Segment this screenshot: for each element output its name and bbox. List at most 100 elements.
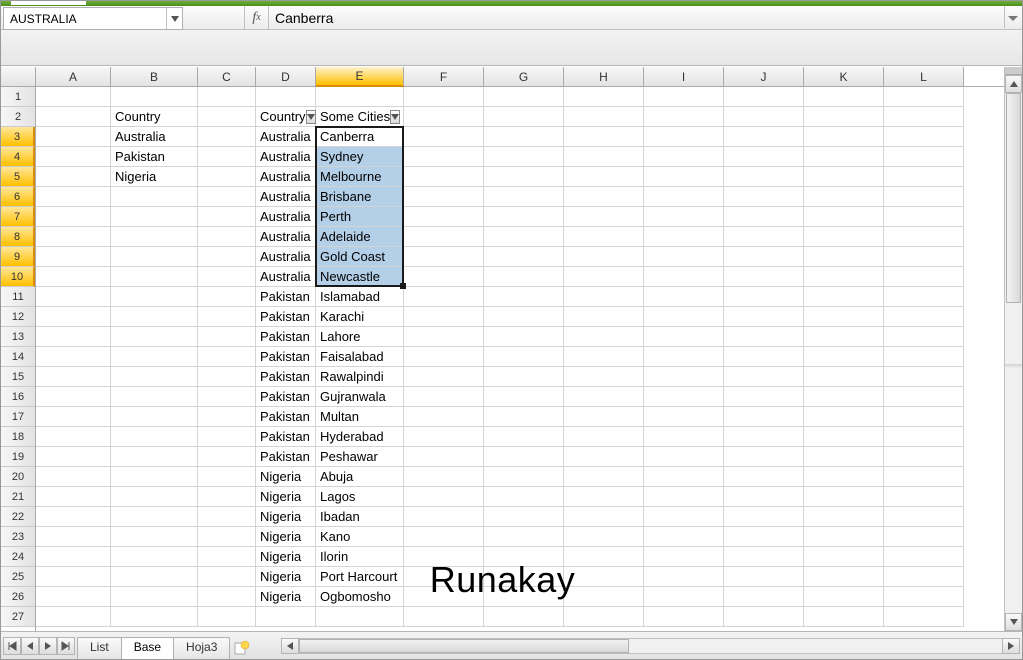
row-head-5[interactable]: 5 [1, 167, 35, 187]
cell-L22[interactable] [884, 507, 964, 527]
cell-B24[interactable] [111, 547, 198, 567]
cell-A7[interactable] [36, 207, 111, 227]
cell-G13[interactable] [484, 327, 564, 347]
cell-K25[interactable] [804, 567, 884, 587]
scroll-down-button[interactable] [1005, 613, 1022, 631]
cell-G15[interactable] [484, 367, 564, 387]
cell-I8[interactable] [644, 227, 724, 247]
row-head-17[interactable]: 17 [1, 407, 35, 427]
cell-F4[interactable] [404, 147, 484, 167]
cell-J7[interactable] [724, 207, 804, 227]
cell-I14[interactable] [644, 347, 724, 367]
cell-C22[interactable] [198, 507, 256, 527]
cell-A27[interactable] [36, 607, 111, 627]
row-head-24[interactable]: 24 [1, 547, 35, 567]
cell-L2[interactable] [884, 107, 964, 127]
cell-B19[interactable] [111, 447, 198, 467]
cell-K15[interactable] [804, 367, 884, 387]
cell-C16[interactable] [198, 387, 256, 407]
new-sheet-icon[interactable] [233, 639, 251, 657]
cell-K9[interactable] [804, 247, 884, 267]
cell-K23[interactable] [804, 527, 884, 547]
row-head-14[interactable]: 14 [1, 347, 35, 367]
split-handle[interactable] [1005, 67, 1022, 75]
row-head-27[interactable]: 27 [1, 607, 35, 627]
cell-F20[interactable] [404, 467, 484, 487]
cell-E27[interactable] [316, 607, 404, 627]
cell-L8[interactable] [884, 227, 964, 247]
cell-G7[interactable] [484, 207, 564, 227]
row-head-20[interactable]: 20 [1, 467, 35, 487]
cell-H20[interactable] [564, 467, 644, 487]
cell-A18[interactable] [36, 427, 111, 447]
row-head-3[interactable]: 3 [1, 127, 35, 147]
col-head-I[interactable]: I [644, 67, 724, 86]
cell-B8[interactable] [111, 227, 198, 247]
filter-button-E[interactable] [390, 110, 400, 124]
cell-F27[interactable] [404, 607, 484, 627]
cell-G14[interactable] [484, 347, 564, 367]
cell-C17[interactable] [198, 407, 256, 427]
cell-D24[interactable]: Nigeria [256, 547, 316, 567]
cell-G23[interactable] [484, 527, 564, 547]
cell-G27[interactable] [484, 607, 564, 627]
cell-D2[interactable]: Country [256, 107, 316, 127]
scroll-left-button[interactable] [281, 638, 299, 654]
cell-B5[interactable]: Nigeria [111, 167, 198, 187]
cell-K2[interactable] [804, 107, 884, 127]
cell-F26[interactable] [404, 587, 484, 607]
sheet-tab-hoja3[interactable]: Hoja3 [173, 637, 230, 659]
cell-H10[interactable] [564, 267, 644, 287]
cell-K6[interactable] [804, 187, 884, 207]
cell-L7[interactable] [884, 207, 964, 227]
cell-G1[interactable] [484, 87, 564, 107]
cell-A8[interactable] [36, 227, 111, 247]
name-box-dropdown-icon[interactable] [166, 8, 182, 29]
col-head-D[interactable]: D [256, 67, 316, 86]
cell-B6[interactable] [111, 187, 198, 207]
cell-I20[interactable] [644, 467, 724, 487]
cell-A5[interactable] [36, 167, 111, 187]
cell-C25[interactable] [198, 567, 256, 587]
cell-F23[interactable] [404, 527, 484, 547]
cell-I5[interactable] [644, 167, 724, 187]
cell-G5[interactable] [484, 167, 564, 187]
cell-J11[interactable] [724, 287, 804, 307]
cell-E2[interactable]: Some Cities [316, 107, 404, 127]
cell-J4[interactable] [724, 147, 804, 167]
cell-E5[interactable]: Melbourne [316, 167, 404, 187]
cell-A24[interactable] [36, 547, 111, 567]
cell-B10[interactable] [111, 267, 198, 287]
cell-I2[interactable] [644, 107, 724, 127]
cell-B21[interactable] [111, 487, 198, 507]
cell-L15[interactable] [884, 367, 964, 387]
cell-H11[interactable] [564, 287, 644, 307]
cell-F5[interactable] [404, 167, 484, 187]
cell-K10[interactable] [804, 267, 884, 287]
cell-D13[interactable]: Pakistan [256, 327, 316, 347]
cell-A21[interactable] [36, 487, 111, 507]
col-head-J[interactable]: J [724, 67, 804, 86]
cell-E16[interactable]: Gujranwala [316, 387, 404, 407]
cell-D27[interactable] [256, 607, 316, 627]
cell-G3[interactable] [484, 127, 564, 147]
cell-G6[interactable] [484, 187, 564, 207]
cell-E8[interactable]: Adelaide [316, 227, 404, 247]
cell-C18[interactable] [198, 427, 256, 447]
cell-C4[interactable] [198, 147, 256, 167]
filter-button-D[interactable] [306, 110, 316, 124]
cell-H7[interactable] [564, 207, 644, 227]
row-head-13[interactable]: 13 [1, 327, 35, 347]
cell-G9[interactable] [484, 247, 564, 267]
cell-C23[interactable] [198, 527, 256, 547]
cell-A13[interactable] [36, 327, 111, 347]
row-head-4[interactable]: 4 [1, 147, 35, 167]
cell-L20[interactable] [884, 467, 964, 487]
cell-B17[interactable] [111, 407, 198, 427]
cell-F9[interactable] [404, 247, 484, 267]
cell-H6[interactable] [564, 187, 644, 207]
cell-K27[interactable] [804, 607, 884, 627]
cell-C2[interactable] [198, 107, 256, 127]
cell-D1[interactable] [256, 87, 316, 107]
cell-A6[interactable] [36, 187, 111, 207]
